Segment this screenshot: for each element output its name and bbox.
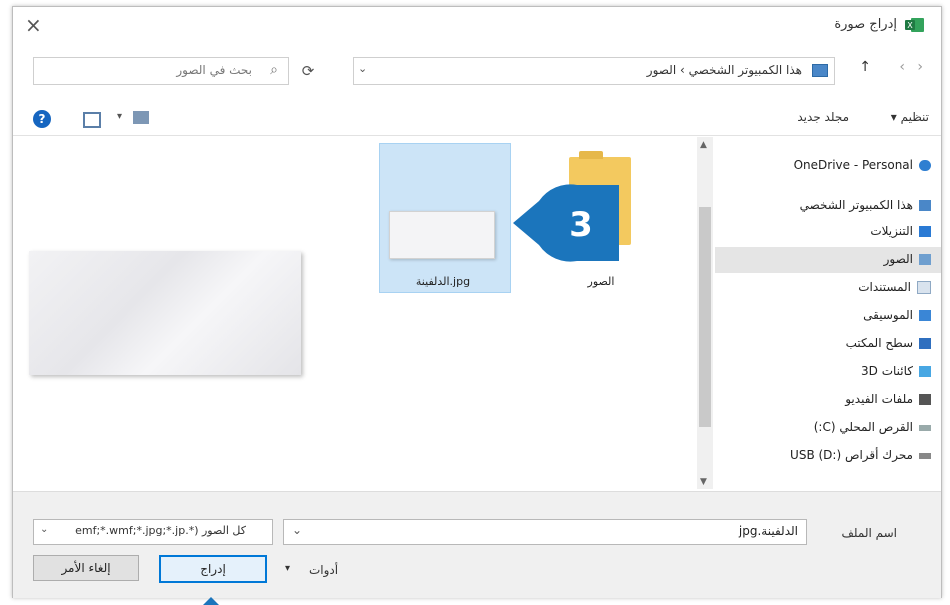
nav-item-desktop[interactable]: سطح المكتب (846, 331, 931, 355)
filename-label: اسم الملف (841, 526, 897, 540)
search-icon: ⌕ (270, 62, 278, 78)
video-icon (919, 394, 931, 405)
close-icon[interactable]: × (25, 13, 42, 37)
download-icon (919, 226, 931, 237)
preview-image (29, 251, 301, 375)
insert-picture-dialog: × إدراج صورة X › ‹ ↑ هذا الكمبيوتر الشخص… (12, 6, 942, 605)
search-placeholder: بحث في الصور (176, 63, 252, 77)
insert-button[interactable]: إدراج (159, 555, 267, 583)
back-arrow-icon[interactable]: ‹ (899, 59, 905, 75)
music-icon (919, 310, 931, 321)
nav-item-onedrive[interactable]: OneDrive - Personal (794, 153, 931, 177)
nav-item-pictures[interactable]: الصور (884, 247, 931, 271)
pictures-icon (919, 254, 931, 265)
filename-dropdown-icon[interactable]: ⌄ (292, 523, 302, 537)
nav-item-usb-drive[interactable]: محرك أقراص USB (D:) (790, 443, 931, 467)
nav-item-downloads[interactable]: التنزيلات (870, 219, 931, 243)
filename-input[interactable]: jpg.الدلفينة ⌄ (283, 519, 807, 545)
view-dropdown-icon[interactable]: ▾ (117, 111, 122, 122)
folder-label: الصور (587, 275, 615, 288)
nav-item-this-pc[interactable]: هذا الكمبيوتر الشخصي (800, 193, 931, 217)
refresh-icon[interactable]: ⟳ (295, 59, 321, 83)
filename-value: jpg.الدلفينة (738, 524, 798, 538)
new-folder-button[interactable]: مجلد جديد (797, 110, 849, 124)
help-icon[interactable]: ? (33, 110, 51, 128)
nav-item-music[interactable]: الموسيقى (863, 303, 931, 327)
desktop-icon (919, 338, 931, 349)
up-arrow-icon[interactable]: ↑ (859, 59, 871, 75)
documents-icon (917, 281, 931, 294)
preview-pane-icon[interactable] (83, 112, 101, 128)
cancel-button[interactable]: إلغاء الأمر (33, 555, 139, 581)
nav-item-3d-objects[interactable]: كائنات 3D (861, 359, 931, 383)
svg-text:X: X (907, 21, 913, 30)
organize-button[interactable]: تنظيم ▾ (891, 110, 929, 124)
filetype-select[interactable]: كل الصور (*.emf;*.wmf;*.jpg;*.jp ⌄ (33, 519, 273, 545)
title-bar: × إدراج صورة X (13, 7, 941, 43)
cloud-icon (919, 160, 931, 171)
address-path: هذا الكمبيوتر الشخصي › الصور (646, 63, 802, 77)
nav-item-videos[interactable]: ملفات الفيديو (845, 387, 931, 411)
pointer-arrow-icon (203, 597, 219, 605)
pictures-folder-icon (812, 64, 828, 77)
address-dropdown-icon[interactable]: ⌄ (358, 62, 367, 75)
usb-drive-icon (919, 452, 931, 459)
callout-number: 3 (569, 205, 593, 245)
filetype-dropdown-icon[interactable]: ⌄ (40, 524, 48, 535)
nav-item-documents[interactable]: المستندات (858, 275, 931, 299)
window-title: إدراج صورة (834, 17, 897, 32)
scroll-up-icon[interactable]: ▲ (700, 140, 707, 150)
file-label: jpg.الدلفينة (415, 275, 471, 288)
drive-icon (919, 424, 931, 431)
tools-dropdown-icon[interactable]: ▾ (285, 563, 290, 574)
3d-objects-icon (919, 366, 931, 377)
excel-icon: X (905, 18, 924, 32)
forward-arrow-icon[interactable]: › (917, 59, 923, 75)
search-input[interactable]: بحث في الصور ⌕ (33, 57, 289, 85)
filetype-value: كل الصور (*.emf;*.wmf;*.jpg;*.jp (75, 524, 246, 537)
scrollbar-thumb[interactable] (699, 207, 711, 427)
navigation-pane: OneDrive - Personal هذا الكمبيوتر الشخصي… (715, 137, 941, 489)
computer-icon (919, 200, 931, 211)
scroll-down-icon[interactable]: ▼ (700, 477, 707, 487)
image-thumbnail (389, 211, 495, 259)
address-bar[interactable]: هذا الكمبيوتر الشخصي › الصور ⌄ (353, 57, 835, 85)
nav-item-local-disk[interactable]: القرص المحلي (C:) (814, 415, 931, 439)
tools-button[interactable]: أدوات (309, 563, 338, 577)
change-view-icon[interactable] (133, 111, 149, 124)
step-callout: 3 (513, 184, 619, 262)
